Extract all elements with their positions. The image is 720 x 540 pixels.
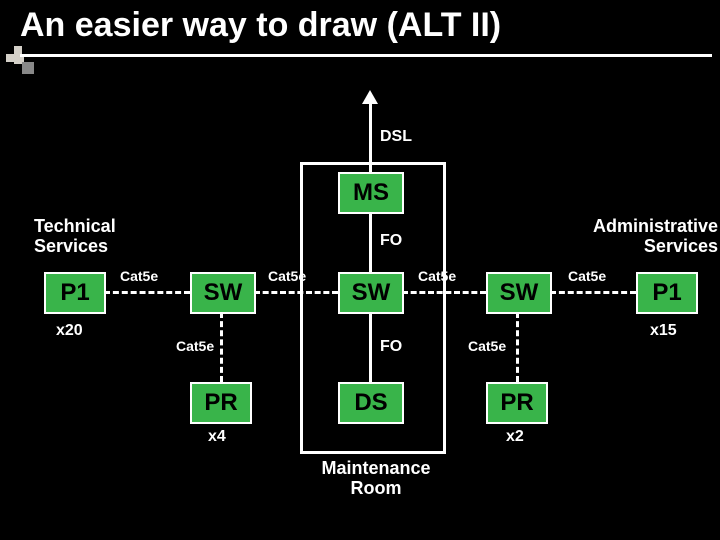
cat-mid-right: Cat5e	[468, 338, 506, 354]
x4-label: x4	[208, 428, 226, 446]
node-ds: DS	[338, 382, 404, 424]
node-p1-left: P1	[44, 272, 106, 314]
admin-services-label: Administrative Services	[558, 216, 718, 256]
title-underline	[20, 54, 712, 57]
link-sw3-p1r	[550, 291, 636, 294]
link-sw1-sw2	[254, 291, 338, 294]
link-ms-sw2	[369, 212, 372, 272]
cat-top-2: Cat5e	[268, 268, 306, 284]
link-p1l-sw1	[104, 291, 190, 294]
node-p1-right: P1	[636, 272, 698, 314]
node-sw2: SW	[338, 272, 404, 314]
maintenance-room-label: Maintenance Room	[316, 458, 436, 498]
node-sw3: SW	[486, 272, 552, 314]
cat-mid-left: Cat5e	[176, 338, 214, 354]
node-pr-left: PR	[190, 382, 252, 424]
tech-services-label: Technical Services	[34, 216, 164, 256]
node-sw1: SW	[190, 272, 256, 314]
link-sw3-prr	[516, 312, 519, 382]
x2-label: x2	[506, 428, 524, 446]
cat-top-4: Cat5e	[568, 268, 606, 284]
fo-top-label: FO	[380, 232, 402, 250]
link-sw2-ds	[369, 312, 372, 382]
slide-title: An easier way to draw (ALT II)	[20, 6, 501, 45]
node-pr-right: PR	[486, 382, 548, 424]
slide: An easier way to draw (ALT II) DSL MS FO…	[0, 0, 720, 540]
node-ms: MS	[338, 172, 404, 214]
dsl-label: DSL	[380, 128, 412, 146]
dsl-arrow-head	[362, 90, 378, 104]
cat-top-1: Cat5e	[120, 268, 158, 284]
cat-top-3: Cat5e	[418, 268, 456, 284]
dsl-arrow-line	[369, 102, 372, 172]
x15-label: x15	[650, 322, 677, 340]
fo-mid-label: FO	[380, 338, 402, 356]
link-sw1-prl	[220, 312, 223, 382]
x20-label: x20	[56, 322, 83, 340]
bullet-icon	[6, 46, 34, 74]
link-sw2-sw3	[402, 291, 486, 294]
